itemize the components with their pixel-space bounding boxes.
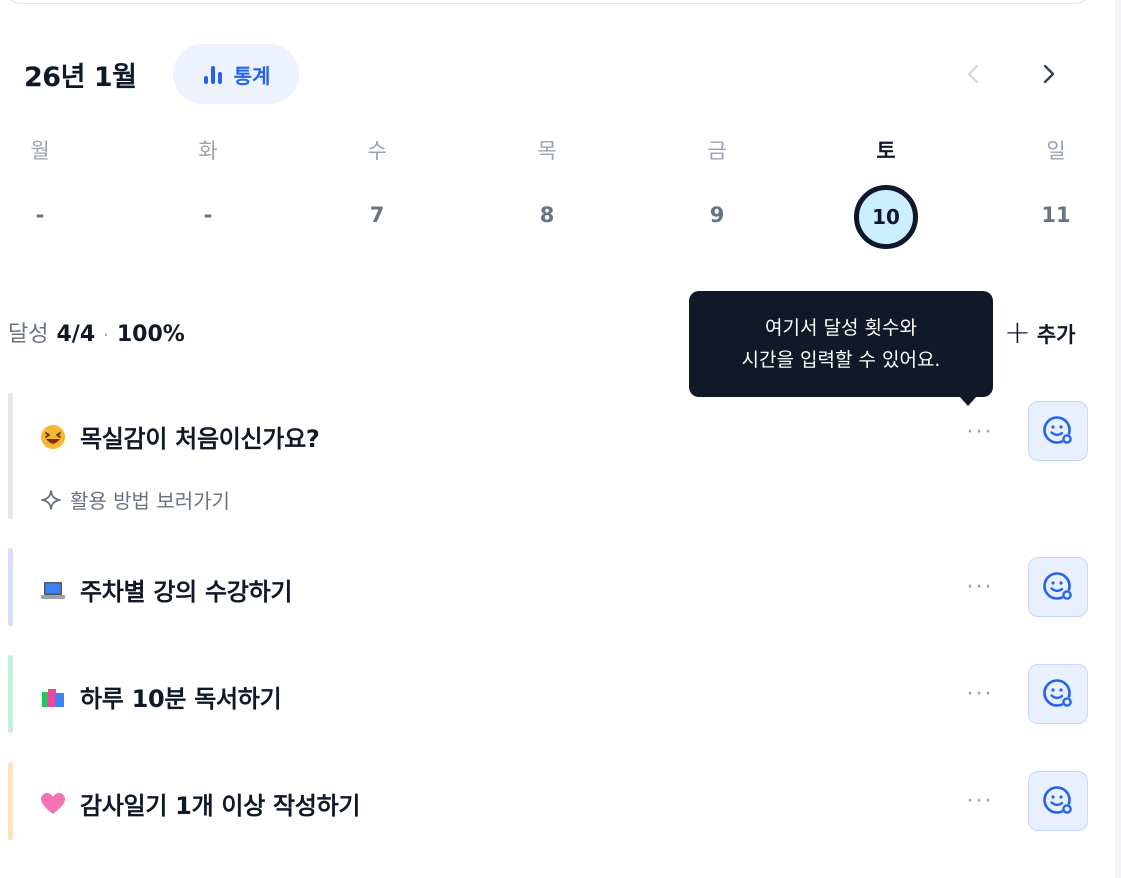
prev-week-button[interactable] — [955, 56, 991, 92]
guide-link-label: 활용 방법 보러가기 — [70, 489, 230, 513]
weekday-label: 목 — [537, 139, 557, 163]
books-icon — [42, 688, 64, 707]
bar-chart-icon — [202, 62, 226, 86]
habit-title-row: 주차별 강의 수강하기 — [40, 572, 292, 607]
weekday-label: 화 — [198, 139, 218, 163]
date-cell[interactable]: 9 — [687, 203, 747, 227]
smile-face-icon — [1043, 786, 1072, 814]
tooltip-line-1: 여기서 달성 횟수와 — [765, 317, 917, 339]
laptop-icon — [41, 581, 65, 599]
summary-separator: · — [103, 325, 109, 346]
habit-color-bar — [8, 393, 13, 519]
date-cell[interactable]: - — [10, 203, 70, 227]
smile-face-icon — [1043, 679, 1072, 707]
check-in-button[interactable] — [1028, 664, 1088, 724]
summary-label: 달성 — [8, 322, 49, 347]
date-cell-selected[interactable]: 10 — [854, 185, 918, 249]
weekday-label: 수 — [367, 139, 387, 163]
more-options-button[interactable]: ··· — [960, 679, 1000, 709]
add-habit-button[interactable]: + 추가 — [1004, 314, 1075, 354]
summary-percent: 100% — [116, 322, 185, 347]
weekday-label: 월 — [30, 139, 50, 163]
scrollbar-track[interactable] — [1115, 0, 1121, 878]
habit-title: 목실감이 처음이신가요? — [80, 425, 320, 453]
next-week-button[interactable] — [1031, 56, 1067, 92]
habit-title-row: 목실감이 처음이신가요? — [40, 419, 320, 454]
check-in-button[interactable] — [1028, 557, 1088, 617]
more-options-button[interactable]: ··· — [960, 417, 1000, 447]
laughing-face-icon — [41, 424, 65, 449]
date-cell[interactable]: 7 — [347, 203, 407, 227]
habit-item[interactable]: 하루 10분 독서하기 ··· — [0, 655, 1100, 733]
habit-color-bar — [8, 548, 13, 626]
check-in-button[interactable] — [1028, 401, 1088, 461]
tooltip-line-2: 시간을 입력할 수 있어요. — [741, 349, 941, 371]
sparkle-icon — [41, 489, 61, 510]
smile-face-icon — [1043, 572, 1072, 600]
habit-title-row: 감사일기 1개 이상 작성하기 — [40, 786, 360, 821]
achievement-summary: 달성 4/4 · 100% — [8, 316, 185, 348]
habit-title: 주차별 강의 수강하기 — [80, 578, 293, 606]
chevron-right-icon — [1043, 64, 1055, 84]
weekday-label: 일 — [1046, 139, 1066, 163]
chevron-left-icon — [968, 65, 978, 83]
stats-button[interactable]: 통계 — [173, 44, 299, 104]
guide-link[interactable]: 활용 방법 보러가기 — [40, 485, 230, 514]
more-options-button[interactable]: ··· — [960, 786, 1000, 816]
habit-title: 하루 10분 독서하기 — [80, 685, 282, 713]
habit-item[interactable]: 감사일기 1개 이상 작성하기 ··· — [0, 762, 1100, 840]
weekday-label: 금 — [707, 139, 727, 163]
date-cell[interactable]: - — [178, 203, 238, 227]
check-in-button[interactable] — [1028, 771, 1088, 831]
more-options-button[interactable]: ··· — [960, 572, 1000, 602]
habit-item[interactable]: 목실감이 처음이신가요? ··· 활용 방법 보러가기 — [0, 393, 1100, 519]
habit-color-bar — [8, 762, 13, 840]
weekday-label-today: 토 — [876, 139, 896, 163]
habit-item[interactable]: 주차별 강의 수강하기 ··· — [0, 548, 1100, 626]
habit-title: 감사일기 1개 이상 작성하기 — [80, 792, 361, 820]
tooltip: 여기서 달성 횟수와 시간을 입력할 수 있어요. — [689, 291, 993, 406]
month-title: 26년 1월 — [24, 62, 137, 93]
summary-count: 4/4 — [56, 322, 96, 347]
plus-icon: + — [1004, 313, 1031, 351]
search-input[interactable] — [6, 0, 1090, 4]
smile-face-icon — [1043, 416, 1072, 444]
pink-heart-icon — [41, 792, 65, 814]
add-label: 추가 — [1036, 323, 1076, 347]
date-cell[interactable]: 11 — [1026, 203, 1086, 227]
stats-label: 통계 — [233, 63, 271, 88]
date-cell[interactable]: 8 — [517, 203, 577, 227]
habit-color-bar — [8, 655, 13, 733]
habit-title-row: 하루 10분 독서하기 — [40, 679, 282, 714]
